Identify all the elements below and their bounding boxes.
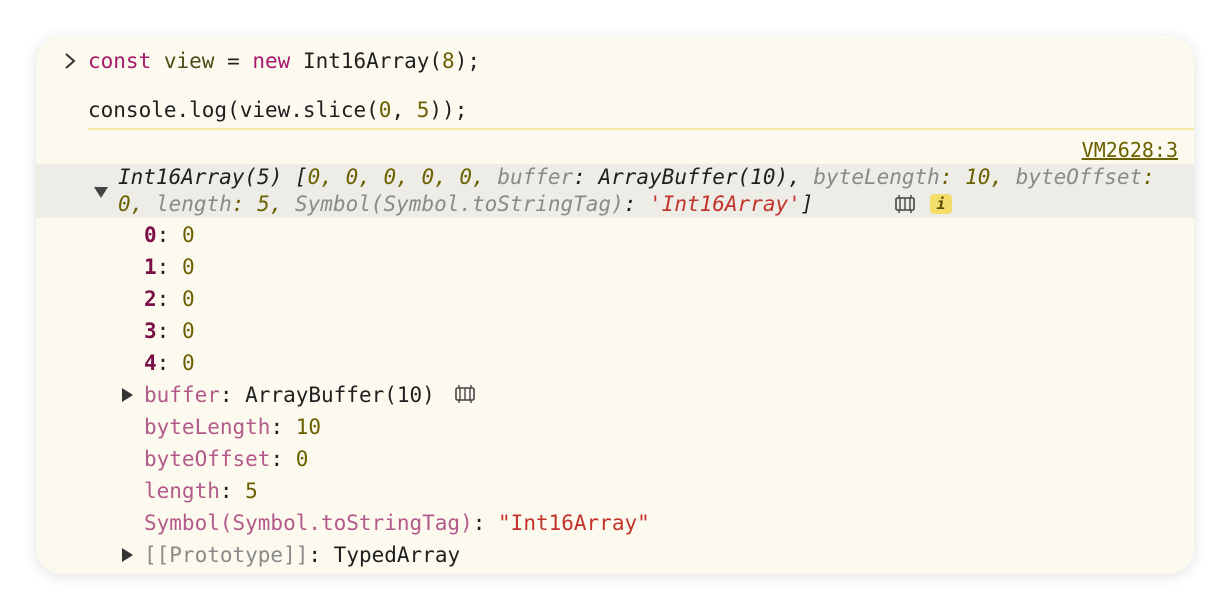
array-summary[interactable]: Int16Array(5) [0, 0, 0, 0, 0, buffer: Ar… (118, 164, 1178, 218)
memory-chip-icon[interactable] (894, 194, 916, 214)
prop-length: length: 5 (144, 479, 258, 503)
summary-buffer-value: : ArrayBuffer(10), (573, 165, 814, 189)
variable-view: view (163, 49, 215, 73)
info-icon[interactable]: i (930, 194, 952, 214)
console-panel: const view = new Int16Array(8); console.… (36, 36, 1194, 574)
triangle-right-icon[interactable] (122, 388, 133, 402)
arg-comma: , (391, 98, 417, 122)
prop-value: TypedArray (333, 543, 461, 567)
summary-tag-value: 'Int16Array' (649, 192, 801, 216)
prop-value: ArrayBuffer(10) (245, 383, 435, 407)
prop-key: byteOffset (144, 447, 271, 471)
input-line-1[interactable]: const view = new Int16Array(8); (88, 48, 480, 74)
summary-bytelength-value: : 10, (939, 165, 1016, 189)
entry-index: 2 (144, 287, 157, 311)
array-entry: 4: 0 (144, 351, 195, 375)
entry-value: 0 (181, 287, 195, 311)
summary-tag-key: Symbol(Symbol.toStringTag) (295, 192, 624, 216)
entry-value: 0 (181, 319, 195, 343)
prop-value: 5 (245, 479, 258, 503)
array-entry: 2: 0 (144, 287, 195, 311)
prop-buffer[interactable]: buffer: ArrayBuffer(10) (144, 379, 435, 411)
prop-key: byteLength (144, 415, 271, 439)
entry-index: 0 (144, 223, 157, 247)
assign-operator: = (214, 49, 253, 73)
statement-end: ); (454, 49, 480, 73)
triangle-right-icon[interactable] (122, 548, 133, 562)
chevron-right-icon (65, 53, 76, 69)
source-link[interactable]: VM2628:3 (1082, 138, 1178, 162)
constructor-arg: 8 (442, 49, 455, 73)
keyword-const: const (88, 49, 152, 73)
entry-value: 0 (181, 223, 195, 247)
summary-head: Int16Array(5) [ (118, 165, 308, 189)
prop-tostringtag: Symbol(Symbol.toStringTag): "Int16Array" (144, 511, 650, 535)
entry-index: 4 (144, 351, 157, 375)
entry-value: 0 (181, 255, 195, 279)
summary-values: 0, 0, 0, 0, 0, (307, 165, 498, 189)
summary-byteoffset-key: byteOffset (1015, 165, 1143, 189)
array-entry: 1: 0 (144, 255, 195, 279)
slice-arg-end: 5 (416, 98, 430, 122)
prop-byteoffset: byteOffset: 0 (144, 447, 309, 471)
summary-length-value: : 5, (231, 192, 296, 216)
summary-close: ] (800, 192, 814, 216)
entry-value: 0 (181, 351, 195, 375)
prop-bytelength: byteLength: 10 (144, 415, 322, 439)
prop-prototype[interactable]: [[Prototype]]: TypedArray (144, 539, 460, 571)
prop-key: length (144, 479, 220, 503)
call-end: )); (429, 98, 468, 122)
summary-length-key: length (155, 192, 232, 216)
input-divider (88, 128, 1194, 130)
summary-bytelength-key: byteLength (813, 165, 940, 189)
prop-key: [[Prototype]] (144, 543, 309, 567)
prop-value: 0 (295, 447, 309, 471)
entry-index: 3 (144, 319, 157, 343)
triangle-down-icon[interactable] (94, 187, 108, 198)
keyword-new: new (252, 49, 291, 73)
call-prefix: console.log(view.slice( (88, 98, 379, 122)
prop-key: Symbol(Symbol.toStringTag) (144, 511, 473, 535)
prop-key: buffer (144, 383, 220, 407)
slice-arg-start: 0 (378, 98, 392, 122)
summary-tag-sep: : (623, 192, 650, 216)
summary-buffer-key: buffer (497, 165, 574, 189)
array-entry: 0: 0 (144, 223, 195, 247)
entry-index: 1 (144, 255, 157, 279)
constructor-call: Int16Array( (290, 49, 443, 73)
input-line-2[interactable]: console.log(view.slice(0, 5)); (88, 97, 467, 123)
prop-value: "Int16Array" (498, 511, 650, 535)
array-entry: 3: 0 (144, 319, 195, 343)
prop-value: 10 (295, 415, 322, 439)
memory-chip-icon[interactable] (454, 384, 476, 404)
